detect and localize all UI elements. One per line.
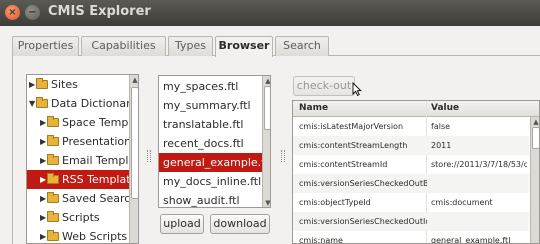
- file-list-scroll-thumb[interactable]: [264, 86, 270, 130]
- table-row[interactable]: cmis:objectTypeId cmis:document: [293, 193, 529, 212]
- tree-item-data-dictionary[interactable]: ▼ Data Dictionary: [27, 94, 129, 113]
- expander-icon[interactable]: ▶: [40, 170, 46, 189]
- window-title: CMIS Explorer: [48, 4, 151, 19]
- expander-icon[interactable]: ▶: [40, 189, 46, 208]
- tree-item-rss-templates[interactable]: ▶ RSS Templates: [27, 170, 129, 189]
- property-value: general_example.ftl: [431, 236, 511, 244]
- expander-icon[interactable]: ▶: [40, 132, 46, 151]
- table-row[interactable]: cmis:versionSeriesCheckedOutId: [293, 212, 529, 231]
- value-column-header[interactable]: Value: [431, 103, 459, 113]
- file-item[interactable]: show_audit.ftl: [159, 191, 262, 207]
- properties-scrollbar[interactable]: ▲: [530, 117, 539, 243]
- name-column-header[interactable]: Name: [299, 103, 328, 113]
- folder-icon: [47, 173, 59, 184]
- property-value: cmis:document: [431, 198, 493, 207]
- file-item[interactable]: translatable.ftl: [159, 115, 262, 134]
- tree-item-label: Space Templates: [62, 116, 129, 129]
- folder-icon: [47, 154, 59, 165]
- folder-icon: [47, 116, 59, 127]
- tree-item-email-templates[interactable]: ▶ Email Templates: [27, 151, 129, 170]
- tree-scrollbar[interactable]: ▲: [129, 75, 138, 243]
- download-button[interactable]: download: [210, 214, 270, 234]
- file-item[interactable]: my_spaces.ftl: [159, 77, 262, 96]
- tab-capabilities[interactable]: Capabilities: [81, 36, 166, 56]
- tree-splitter-handle[interactable]: [147, 150, 151, 162]
- expander-icon[interactable]: ▶: [40, 227, 46, 243]
- folder-open-icon: [36, 97, 48, 108]
- properties-table[interactable]: Name Value cmis:isLatestMajorVersion fal…: [292, 100, 540, 244]
- file-item[interactable]: recent_docs.ftl: [159, 134, 262, 153]
- tree-item-label: Scripts: [62, 211, 100, 224]
- expander-icon[interactable]: ▶: [40, 113, 46, 132]
- property-value: store://2011/3/7/18/53/c: [431, 160, 527, 169]
- property-name: cmis:versionSeriesCheckedOutId: [299, 217, 427, 226]
- file-item-selected[interactable]: general_example.ftl: [159, 153, 262, 172]
- tree-item-sites[interactable]: ▶ Sites: [27, 75, 129, 94]
- title-bar: × − CMIS Explorer: [0, 0, 540, 26]
- property-name: cmis:name: [299, 236, 343, 244]
- tree-item-space-templates[interactable]: ▶ Space Templates: [27, 113, 129, 132]
- scroll-up-icon[interactable]: ▲: [532, 118, 539, 126]
- expander-icon[interactable]: ▶: [40, 208, 46, 227]
- tree-item-label: Sites: [51, 78, 78, 91]
- tree-item-label: Presentation Templates: [62, 135, 129, 148]
- folder-icon: [36, 78, 48, 89]
- expander-icon[interactable]: ▶: [29, 75, 35, 94]
- table-row[interactable]: cmis:name general_example.ftl: [293, 231, 529, 244]
- tree-item-label: Email Templates: [62, 154, 129, 167]
- tree-item-presentation-templates[interactable]: ▶ Presentation Templates: [27, 132, 129, 151]
- file-item[interactable]: my_docs_inline.ftl: [159, 172, 262, 191]
- properties-table-header: Name Value: [293, 101, 539, 117]
- mouse-pointer-icon: [352, 82, 362, 96]
- tab-search[interactable]: Search: [275, 36, 329, 56]
- property-name: cmis:objectTypeId: [299, 198, 371, 207]
- table-row[interactable]: cmis:isLatestMajorVersion false: [293, 117, 529, 136]
- tree-item-label: RSS Templates: [62, 173, 129, 186]
- folder-icon: [47, 135, 59, 146]
- file-list[interactable]: my_spaces.ftl my_summary.ftl translatabl…: [158, 75, 271, 208]
- properties-scroll-thumb[interactable]: [532, 127, 539, 149]
- folder-tree-rows: ▶ Sites ▼ Data Dictionary ▶ Space Templa…: [27, 75, 129, 243]
- tree-item-web-scripts[interactable]: ▶ Web Scripts: [27, 227, 129, 243]
- tab-browser[interactable]: Browser: [215, 36, 273, 57]
- tree-item-scripts[interactable]: ▶ Scripts: [27, 208, 129, 227]
- folder-icon: [47, 211, 59, 222]
- expander-icon[interactable]: ▶: [40, 151, 46, 170]
- scroll-up-icon[interactable]: ▲: [131, 76, 138, 84]
- check-out-button[interactable]: check-out: [293, 76, 355, 96]
- file-list-scrollbar[interactable]: ▲ ▼: [262, 76, 270, 207]
- table-row[interactable]: cmis:versionSeriesCheckedOutBy: [293, 174, 529, 193]
- property-name: cmis:isLatestMajorVersion: [299, 122, 404, 131]
- property-name: cmis:contentStreamId: [299, 160, 388, 169]
- folder-tree[interactable]: ▶ Sites ▼ Data Dictionary ▶ Space Templa…: [26, 74, 139, 244]
- file-item[interactable]: my_summary.ftl: [159, 96, 262, 115]
- property-value: false: [431, 122, 451, 131]
- property-value: 2011: [431, 141, 452, 150]
- property-name: cmis:contentStreamLength: [299, 141, 408, 150]
- tree-item-label: Saved Searches: [62, 192, 129, 205]
- folder-icon: [47, 230, 59, 241]
- expander-icon[interactable]: ▼: [29, 94, 35, 113]
- tree-item-label: Web Scripts: [62, 230, 128, 243]
- tree-scroll-thumb[interactable]: [131, 87, 138, 199]
- property-name: cmis:versionSeriesCheckedOutBy: [299, 179, 427, 188]
- minimize-window-button[interactable]: −: [25, 5, 40, 20]
- files-splitter-handle[interactable]: [281, 150, 285, 162]
- close-window-button[interactable]: ×: [5, 5, 20, 20]
- folder-icon: [47, 192, 59, 203]
- scroll-down-icon[interactable]: ▼: [264, 199, 270, 207]
- table-row[interactable]: cmis:contentStreamId store://2011/3/7/18…: [293, 155, 529, 174]
- table-row[interactable]: cmis:contentStreamLength 2011: [293, 136, 529, 155]
- tree-item-saved-searches[interactable]: ▶ Saved Searches: [27, 189, 129, 208]
- tree-item-label: Data Dictionary: [51, 97, 129, 110]
- tab-properties[interactable]: Properties: [12, 36, 79, 56]
- tab-types[interactable]: Types: [168, 36, 213, 56]
- scroll-up-icon[interactable]: ▲: [264, 77, 270, 85]
- upload-button[interactable]: upload: [160, 214, 204, 234]
